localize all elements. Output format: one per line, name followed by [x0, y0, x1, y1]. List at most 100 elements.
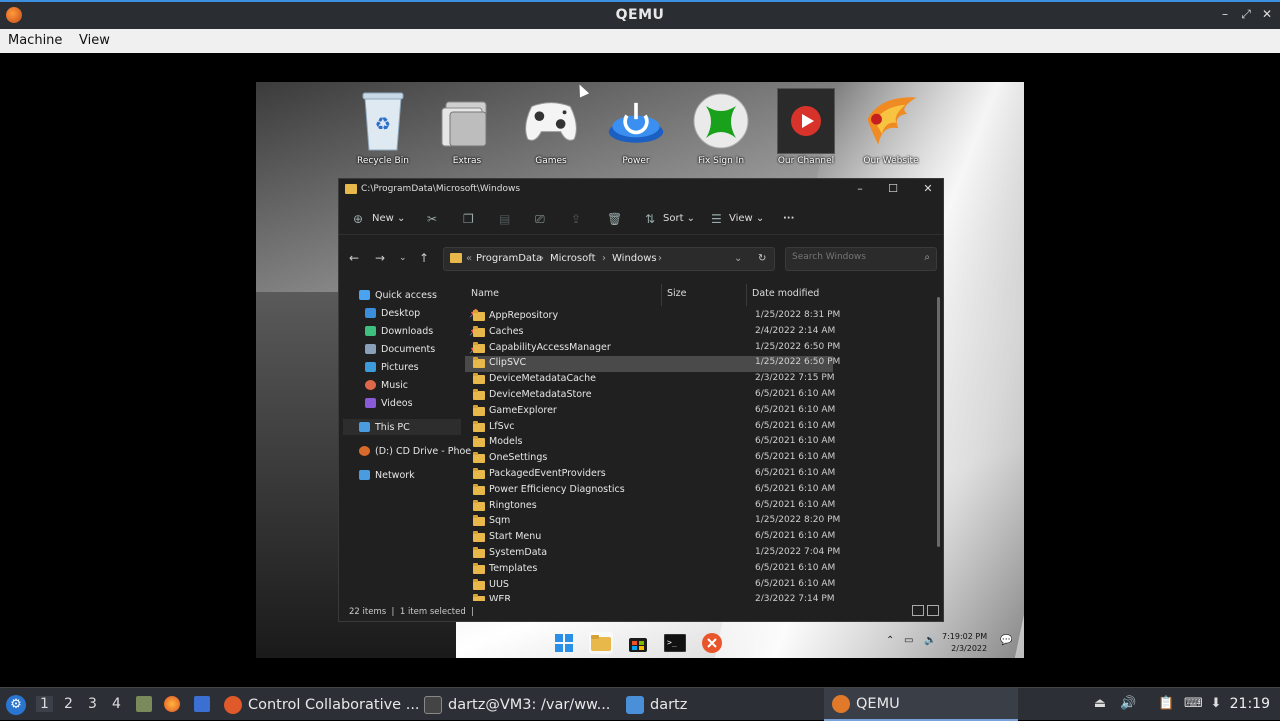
table-row[interactable]: WER 2/3/2022 7:14 PM	[465, 593, 935, 601]
vertical-scrollbar[interactable]	[937, 297, 940, 547]
display-icon[interactable]: ▭	[904, 635, 913, 646]
details-view-icon[interactable]	[912, 605, 924, 616]
maximize-button[interactable]: ⤢	[1239, 7, 1253, 22]
table-row[interactable]: Sqm 1/25/2022 8:20 PM	[465, 514, 935, 530]
desktop-icon-recycle-bin[interactable]: ♻ Recycle Bin	[346, 88, 420, 166]
task-firefox[interactable]: Control Collaborative ...	[224, 688, 420, 721]
table-row[interactable]: PackagedEventProviders 6/5/2021 6:10 AM	[465, 467, 935, 483]
table-row[interactable]: Templates 6/5/2021 6:10 AM	[465, 562, 935, 578]
share-icon[interactable]: ⇪	[571, 212, 581, 226]
table-row[interactable]: AppRepository 1/25/2022 8:31 PM	[465, 309, 935, 325]
terminal-icon[interactable]: >_	[663, 632, 687, 654]
menu-machine[interactable]: Machine	[8, 33, 62, 48]
clipboard-icon[interactable]: 📋	[1158, 696, 1174, 712]
app-menu-icon[interactable]: ⚙	[6, 695, 26, 715]
keyboard-icon[interactable]: ⌨	[1184, 696, 1203, 712]
guest-desktop[interactable]: ♻ Recycle Bin Extras Games Power Fix Sig…	[256, 82, 1024, 658]
desktop-icon-power[interactable]: Power	[599, 88, 673, 166]
table-row[interactable]: GameExplorer 6/5/2021 6:10 AM	[465, 404, 935, 420]
table-row[interactable]: Start Menu 6/5/2021 6:10 AM	[465, 530, 935, 546]
copy-icon[interactable]: ❐	[463, 212, 474, 226]
nav-desktop[interactable]: Desktop📌	[365, 305, 479, 321]
delete-icon[interactable]: 🗑	[607, 212, 622, 226]
chevron-up-icon[interactable]: ⌃	[886, 635, 894, 646]
table-row[interactable]: Caches 2/4/2022 2:14 AM	[465, 325, 935, 341]
back-icon[interactable]: ←	[349, 251, 359, 265]
breadcrumb-microsoft[interactable]: Microsoft	[550, 253, 596, 264]
tiles-view-icon[interactable]	[927, 605, 939, 616]
table-row[interactable]: DeviceMetadataCache 2/3/2022 7:15 PM	[465, 372, 935, 388]
search-box[interactable]: ⌕	[785, 247, 937, 271]
table-row[interactable]: Models 6/5/2021 6:10 AM	[465, 435, 935, 451]
nav-quick-access[interactable]: Quick access	[359, 287, 437, 303]
desktop-icon-games[interactable]: Games	[514, 88, 588, 166]
start-icon[interactable]	[552, 632, 576, 654]
desktop-icon-extras[interactable]: Extras	[430, 88, 504, 166]
sort-button[interactable]: Sort ⌄	[663, 213, 695, 224]
rename-icon[interactable]: ⎚	[535, 212, 545, 227]
cut-icon[interactable]: ✂	[427, 212, 437, 226]
breadcrumb-windows[interactable]: Windows	[612, 253, 657, 264]
workspace-1[interactable]: 1	[36, 696, 53, 712]
task-terminal[interactable]: dartz@VM3: /var/ww...	[424, 688, 618, 721]
breadcrumb-programdata[interactable]: ProgramData	[476, 253, 542, 264]
desktop-icon-fix-sign-in[interactable]: Fix Sign In	[684, 88, 758, 166]
desktop-icon-our-channel[interactable]: Our Channel	[769, 88, 843, 166]
paste-icon[interactable]: ▤	[499, 212, 510, 226]
nav-music[interactable]: Music	[365, 377, 408, 393]
file-explorer-taskbar-icon[interactable]	[589, 632, 613, 654]
file-manager-launcher-icon[interactable]	[136, 696, 152, 712]
recent-locations-icon[interactable]: ⌄	[399, 253, 407, 263]
more-options-button[interactable]: ···	[783, 213, 794, 224]
close-button[interactable]: ✕	[1260, 7, 1274, 21]
menu-view[interactable]: View	[79, 33, 110, 48]
nav-pictures[interactable]: Pictures📌	[365, 359, 479, 375]
workspace-2[interactable]: 2	[64, 696, 73, 712]
desktop-icon-our-website[interactable]: Our Website	[854, 88, 928, 166]
nav-network[interactable]: Network	[359, 467, 415, 483]
tray-eject-icon[interactable]: ⏏	[1092, 696, 1108, 712]
column-header-date-modified[interactable]: Date modified	[746, 284, 819, 306]
workspace-4[interactable]: 4	[112, 696, 121, 712]
nav-cd-drive[interactable]: (D:) CD Drive - Phoe	[359, 443, 471, 459]
new-button[interactable]: New ⌄	[372, 213, 405, 224]
table-row[interactable]: UUS 6/5/2021 6:10 AM	[465, 578, 935, 594]
desktop-launcher-icon[interactable]	[194, 696, 210, 712]
workspace-3[interactable]: 3	[88, 696, 97, 712]
table-row[interactable]: DeviceMetadataStore 6/5/2021 6:10 AM	[465, 388, 935, 404]
nav-videos[interactable]: Videos	[365, 395, 413, 411]
refresh-icon[interactable]: ↻	[758, 253, 766, 264]
firefox-launcher-icon[interactable]	[164, 696, 180, 712]
column-header-size[interactable]: Size	[661, 284, 687, 306]
close-app-icon[interactable]	[700, 632, 724, 654]
explorer-close-button[interactable]: ✕	[921, 182, 935, 195]
up-icon[interactable]: ↑	[419, 251, 429, 265]
notification-icon[interactable]: 💬	[1000, 635, 1012, 646]
nav-this-pc[interactable]: This PC	[343, 419, 461, 435]
task-dartz-folder[interactable]: dartz	[626, 688, 816, 721]
column-header-name[interactable]: Name	[471, 288, 499, 310]
table-row[interactable]: Power Efficiency Diagnostics 6/5/2021 6:1…	[465, 483, 935, 499]
forward-icon[interactable]: →	[375, 251, 385, 265]
host-clock[interactable]: 21:19	[1230, 696, 1270, 712]
table-row[interactable]: ClipSVC 1/25/2022 6:50 PM	[465, 356, 840, 373]
explorer-maximize-button[interactable]: ☐	[886, 182, 900, 195]
updates-icon[interactable]: ⬇	[1208, 696, 1224, 712]
table-row[interactable]: Ringtones 6/5/2021 6:10 AM	[465, 499, 935, 515]
search-input[interactable]	[792, 252, 912, 262]
store-icon[interactable]	[626, 632, 650, 654]
view-button[interactable]: View ⌄	[729, 213, 764, 224]
task-qemu[interactable]: QEMU	[824, 688, 1018, 721]
table-row[interactable]: SystemData 1/25/2022 7:04 PM	[465, 546, 935, 562]
table-row[interactable]: OneSettings 6/5/2021 6:10 AM	[465, 451, 935, 467]
nav-downloads[interactable]: Downloads📌	[365, 323, 479, 339]
table-row[interactable]: CapabilityAccessManager 1/25/2022 6:50 PM	[465, 341, 935, 357]
address-dropdown-icon[interactable]: ⌄	[734, 253, 742, 264]
volume-icon[interactable]: 🔊	[1120, 696, 1136, 712]
nav-documents[interactable]: Documents📌	[365, 341, 479, 357]
explorer-minimize-button[interactable]: –	[853, 182, 867, 195]
volume-icon[interactable]: 🔊	[924, 635, 936, 646]
minimize-button[interactable]: –	[1218, 7, 1232, 21]
guest-clock[interactable]: 7:19:02 PM 2/3/2022	[942, 631, 987, 655]
address-bar[interactable]: « ProgramData › Microsoft › Windows › ⌄ …	[443, 247, 775, 271]
